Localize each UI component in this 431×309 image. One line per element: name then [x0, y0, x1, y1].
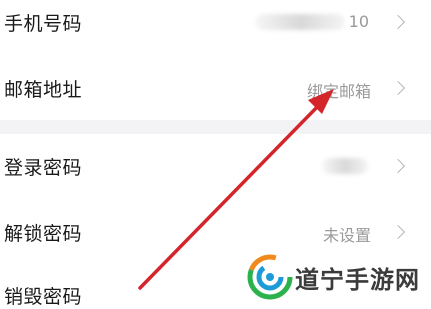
watermark-text: 道宁手游网: [295, 266, 420, 294]
watermark: 道宁手游网: [245, 250, 431, 304]
watermark-logo-icon: [247, 254, 293, 300]
